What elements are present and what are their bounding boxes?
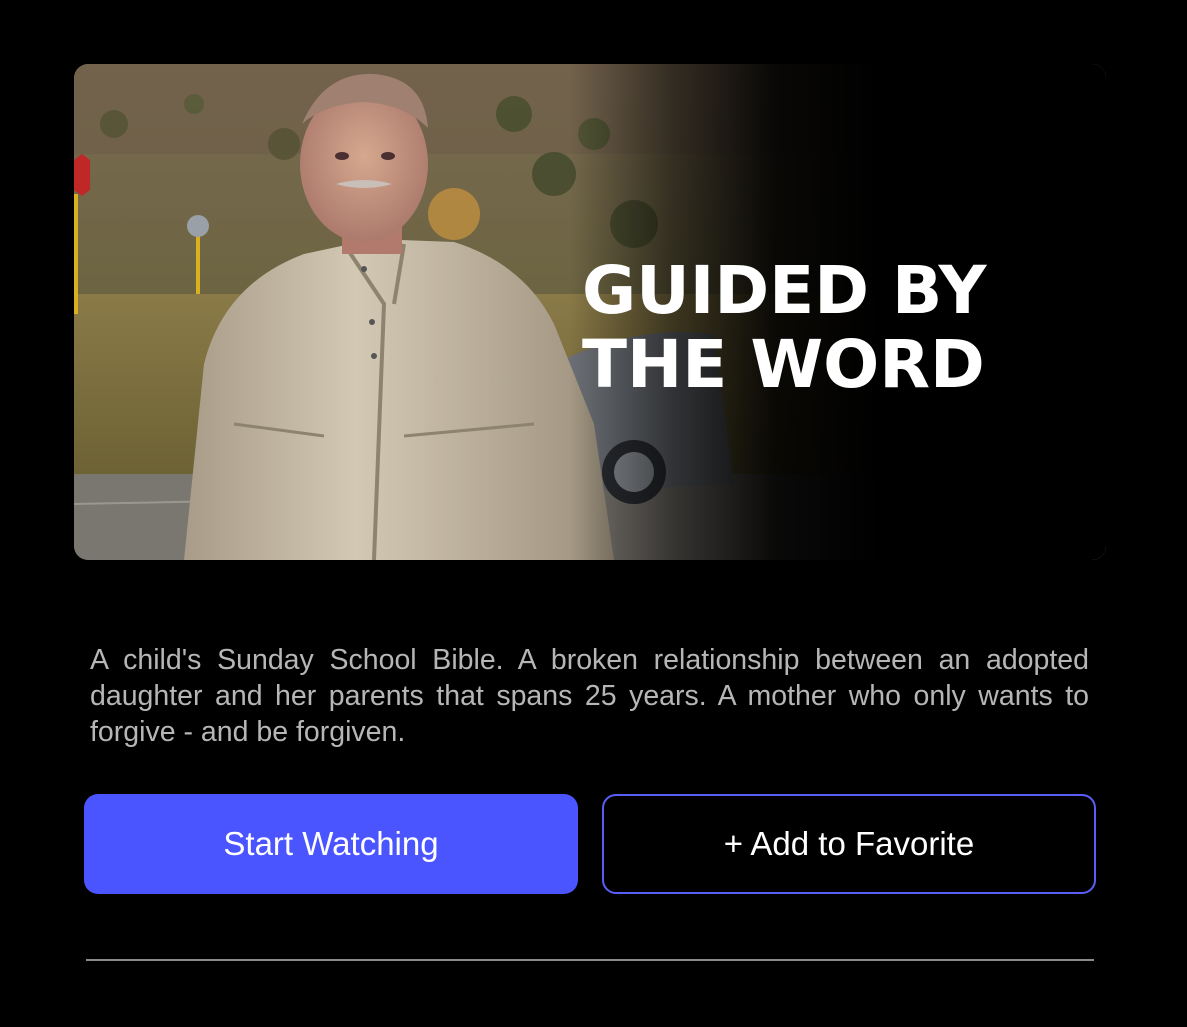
section-divider bbox=[86, 959, 1094, 961]
start-watching-button[interactable]: Start Watching bbox=[84, 794, 578, 894]
video-description: A child's Sunday School Bible. A broken … bbox=[90, 644, 1089, 748]
video-detail-page: GUIDED BY THE WORD A child's Sunday Scho… bbox=[0, 0, 1187, 1027]
add-to-favorite-button[interactable]: + Add to Favorite bbox=[602, 794, 1096, 894]
hero-banner[interactable]: GUIDED BY THE WORD bbox=[74, 64, 1106, 560]
hero-title: GUIDED BY THE WORD bbox=[582, 252, 987, 403]
